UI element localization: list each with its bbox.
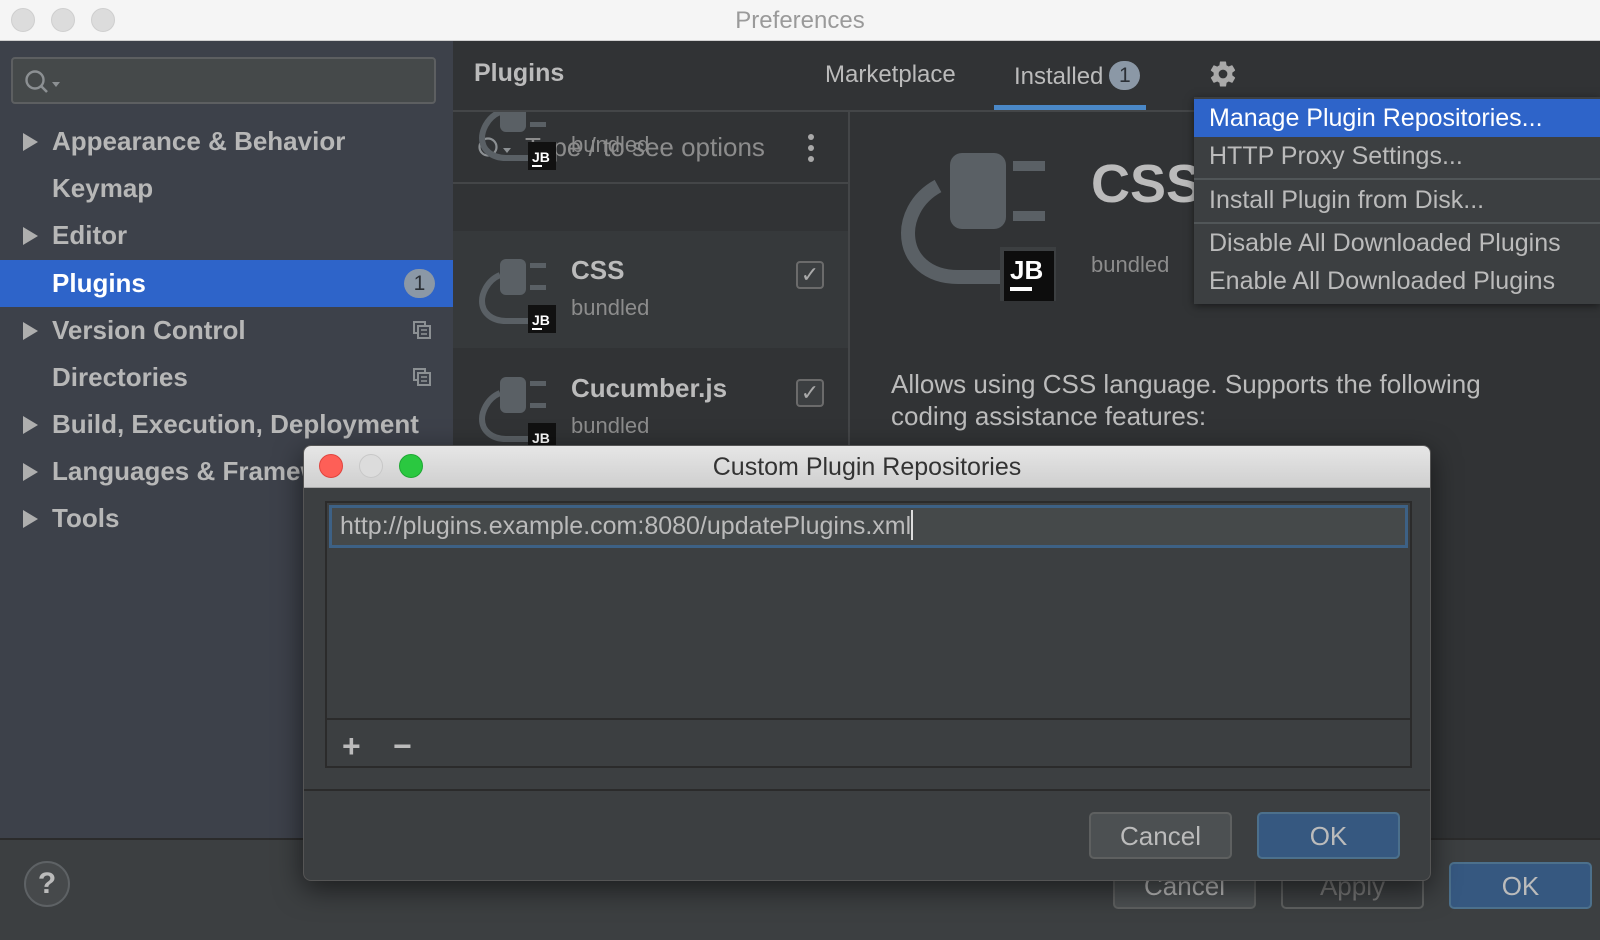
window-title: Preferences: [735, 7, 865, 34]
sidebar-item-directories[interactable]: Directories: [0, 354, 453, 401]
search-icon: [25, 70, 60, 93]
repository-list: http://plugins.example.com:8080/updatePl…: [325, 501, 1412, 768]
tab-label: Installed: [1014, 63, 1104, 90]
plugin-icon: JB: [478, 259, 556, 333]
expand-arrow-icon[interactable]: [23, 416, 38, 434]
sidebar-item-label: Plugins: [52, 268, 146, 298]
menu-item-http-proxy-settings[interactable]: HTTP Proxy Settings...: [1194, 137, 1600, 175]
plugin-vendor: bundled: [571, 413, 650, 438]
tab-installed[interactable]: Installed 1: [1014, 61, 1141, 91]
plugin-name: CSS: [571, 255, 625, 285]
sidebar-item-label: Directories: [52, 362, 188, 392]
menu-item-enable-all-downloaded-plugins[interactable]: Enable All Downloaded Plugins: [1194, 262, 1600, 300]
dialog-titlebar: Custom Plugin Repositories: [304, 446, 1430, 488]
menu-item-manage-plugin-repositories[interactable]: Manage Plugin Repositories...: [1194, 99, 1600, 137]
svg-text:JB: JB: [532, 430, 550, 446]
plugin-vendor: bundled: [571, 295, 650, 320]
page-title: Plugins: [474, 59, 565, 87]
expand-arrow-icon[interactable]: [23, 133, 38, 151]
sidebar-item-label: Tools: [52, 503, 120, 533]
expand-arrow-icon[interactable]: [23, 227, 38, 245]
repository-list-toolbar: + −: [327, 718, 1410, 766]
svg-text:JB: JB: [1010, 255, 1043, 285]
menu-item-install-plugin-from-disk[interactable]: Install Plugin from Disk...: [1194, 181, 1600, 219]
dialog-divider: [304, 789, 1430, 791]
plugin-icon: JB: [478, 112, 556, 170]
remove-repository-button[interactable]: −: [393, 728, 412, 765]
sidebar-item-label: Appearance & Behavior: [52, 126, 346, 156]
expand-arrow-icon[interactable]: [23, 463, 38, 481]
plugin-icon: JB: [478, 377, 556, 451]
gear-icon[interactable]: [1208, 59, 1238, 89]
svg-text:JB: JB: [532, 149, 550, 165]
menu-separator: [1194, 178, 1600, 180]
plugin-description: Allows using CSS language. Supports the …: [891, 369, 1481, 431]
plugin-list-item-css[interactable]: JB CSS bundled ✓: [453, 231, 848, 348]
add-repository-button[interactable]: +: [342, 728, 361, 765]
plugin-name: Cucumber.js: [571, 373, 728, 403]
settings-search-input[interactable]: [11, 57, 436, 104]
plugin-detail-name: CSS: [1091, 154, 1203, 214]
dialog-title: Custom Plugin Repositories: [712, 453, 1022, 481]
preferences-ok-button[interactable]: OK: [1449, 862, 1592, 909]
project-level-icon: [413, 368, 431, 386]
sidebar-item-build-execution-deployment[interactable]: Build, Execution, Deployment: [0, 401, 453, 448]
sidebar-item-appearance-behavior[interactable]: Appearance & Behavior: [0, 118, 453, 165]
sidebar-item-editor[interactable]: Editor: [0, 212, 453, 259]
svg-text:JB: JB: [532, 312, 550, 328]
sidebar-item-keymap[interactable]: Keymap: [0, 165, 453, 212]
custom-plugin-repositories-dialog: Custom Plugin Repositories http://plugin…: [303, 445, 1431, 881]
expand-arrow-icon[interactable]: [23, 510, 38, 528]
plugin-list-item[interactable]: JB bundled: [453, 112, 848, 185]
sidebar-item-label: Build, Execution, Deployment: [52, 409, 419, 439]
plugin-detail-vendor: bundled: [1091, 252, 1170, 277]
text-caret: [911, 510, 914, 540]
project-level-icon: [413, 321, 431, 339]
tab-marketplace[interactable]: Marketplace: [825, 61, 956, 89]
expand-arrow-icon[interactable]: [23, 322, 38, 340]
plugin-list: Type / to see options JB bundled JB CSS …: [453, 112, 850, 479]
plugin-enabled-checkbox[interactable]: ✓: [796, 261, 824, 289]
gear-dropdown-menu: Manage Plugin Repositories... HTTP Proxy…: [1194, 97, 1600, 304]
plugin-vendor: bundled: [571, 132, 650, 157]
sidebar-item-label: Editor: [52, 220, 128, 250]
repository-url-value: http://plugins.example.com:8080/updatePl…: [340, 512, 912, 540]
dialog-cancel-button[interactable]: Cancel: [1089, 812, 1232, 859]
sidebar-item-plugins[interactable]: Plugins 1: [0, 260, 453, 307]
sidebar-item-label: Keymap: [52, 173, 154, 203]
plugin-icon-large: JB: [900, 153, 1056, 301]
installed-count-badge: 1: [1109, 61, 1141, 90]
update-count-badge: 1: [404, 269, 435, 298]
sidebar-item-version-control[interactable]: Version Control: [0, 307, 453, 354]
plugin-enabled-checkbox[interactable]: ✓: [796, 379, 824, 407]
window-titlebar: Preferences: [0, 0, 1600, 41]
repository-url-input[interactable]: http://plugins.example.com:8080/updatePl…: [329, 505, 1408, 548]
help-button[interactable]: ?: [24, 861, 70, 907]
sidebar-item-label: Version Control: [52, 315, 246, 345]
dialog-ok-button[interactable]: OK: [1257, 812, 1400, 859]
menu-item-disable-all-downloaded-plugins[interactable]: Disable All Downloaded Plugins: [1194, 224, 1600, 262]
